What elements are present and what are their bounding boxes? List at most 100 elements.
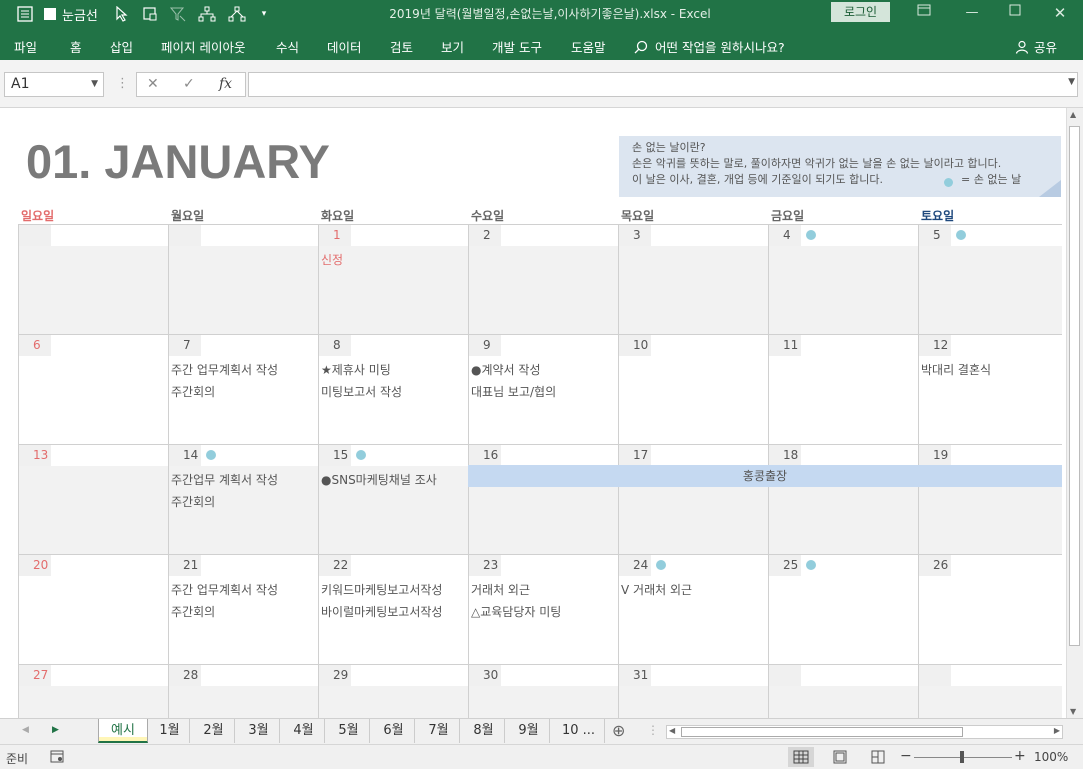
calendar-cell[interactable]: 20: [18, 554, 168, 665]
sheet-tab[interactable]: 예시: [98, 719, 148, 743]
login-button[interactable]: 로그인: [831, 2, 890, 22]
hscroll-right-icon[interactable]: ▶: [1054, 726, 1060, 735]
calendar-cell[interactable]: 17: [618, 444, 768, 555]
more-options-icon[interactable]: ⋮: [116, 76, 129, 91]
tab-scroll-right-icon[interactable]: ▶: [52, 725, 59, 735]
scroll-up-icon[interactable]: ▲: [1070, 110, 1076, 119]
hscroll-left-icon[interactable]: ◀: [669, 726, 675, 735]
normal-view-icon[interactable]: [788, 747, 814, 767]
customize-qat-icon[interactable]: ▾: [256, 4, 272, 24]
sheet-tab[interactable]: 2월: [193, 719, 235, 743]
zoom-slider-thumb[interactable]: [960, 751, 964, 763]
menu-data[interactable]: 데이터: [327, 37, 362, 56]
name-box[interactable]: A1 ▼: [4, 72, 104, 97]
sheet-tab[interactable]: 9월: [508, 719, 550, 743]
menu-help[interactable]: 도움말: [571, 37, 606, 56]
expand-formula-icon[interactable]: ▼: [1068, 77, 1075, 87]
select-objects-icon[interactable]: [140, 4, 160, 24]
trace-precedents-icon[interactable]: [196, 4, 218, 24]
sheet-tab[interactable]: 4월: [283, 719, 325, 743]
ribbon-display-icon[interactable]: [914, 4, 934, 22]
menu-formulas[interactable]: 수식: [276, 37, 299, 56]
calendar-cell[interactable]: 19: [918, 444, 1062, 555]
sheet-tab[interactable]: 5월: [328, 719, 370, 743]
filter-clear-icon[interactable]: [168, 4, 188, 24]
gridlines-checkbox[interactable]: 눈금선: [44, 4, 106, 24]
calendar-cell[interactable]: 12 박대리 결혼식: [918, 334, 1062, 445]
menu-file[interactable]: 파일: [14, 37, 37, 56]
sheet-tab[interactable]: 7월: [418, 719, 460, 743]
scroll-thumb[interactable]: [1069, 126, 1080, 646]
pointer-icon[interactable]: [112, 4, 132, 24]
formula-input[interactable]: [248, 72, 1078, 97]
calendar-cell[interactable]: 7 주간 업무계획서 작성 주간회의: [168, 334, 318, 445]
close-icon[interactable]: ✕: [1050, 4, 1070, 22]
calendar-cell[interactable]: 13: [18, 444, 168, 555]
trace-dependents-icon[interactable]: [226, 4, 248, 24]
tell-me-search[interactable]: 어떤 작업을 원하시나요?: [634, 37, 785, 56]
menu-developer[interactable]: 개발 도구: [492, 37, 542, 56]
form-icon[interactable]: [14, 4, 36, 24]
sheet-tab[interactable]: 1월: [150, 719, 190, 743]
calendar-cell[interactable]: 27: [18, 664, 168, 718]
calendar-cell[interactable]: 15 ●SNS마케팅채널 조사: [318, 444, 468, 555]
vertical-scrollbar[interactable]: ▲ ▼: [1066, 108, 1083, 718]
zoom-out-icon[interactable]: −: [900, 748, 912, 764]
page-layout-view-icon[interactable]: [832, 749, 848, 768]
menu-review[interactable]: 검토: [390, 37, 413, 56]
scroll-down-icon[interactable]: ▼: [1070, 707, 1076, 716]
enter-icon[interactable]: ✓: [183, 76, 195, 92]
calendar-cell[interactable]: 16: [468, 444, 618, 555]
calendar-cell[interactable]: 28: [168, 664, 318, 718]
calendar-cell[interactable]: 11: [768, 334, 918, 445]
sheet-tab[interactable]: 6월: [373, 719, 415, 743]
maximize-icon[interactable]: [1005, 4, 1025, 22]
page-break-view-icon[interactable]: [870, 749, 886, 768]
calendar-cell[interactable]: [18, 224, 168, 335]
calendar-cell[interactable]: 6: [18, 334, 168, 445]
chevron-down-icon[interactable]: ▼: [91, 73, 98, 96]
calendar-cell[interactable]: 9 ●계약서 작성 대표님 보고/협의: [468, 334, 618, 445]
calendar-cell[interactable]: 31: [618, 664, 768, 718]
add-sheet-icon[interactable]: ⊕: [612, 721, 625, 740]
zoom-in-icon[interactable]: +: [1014, 748, 1026, 764]
calendar-cell[interactable]: [918, 664, 1062, 718]
menu-home[interactable]: 홈: [70, 37, 82, 56]
minimize-icon[interactable]: —: [962, 4, 982, 22]
calendar-cell[interactable]: 24 V 거래처 외근: [618, 554, 768, 665]
sheet-tab[interactable]: 3월: [238, 719, 280, 743]
calendar-cell[interactable]: 3: [618, 224, 768, 335]
menu-insert[interactable]: 삽입: [110, 37, 133, 56]
calendar-cell[interactable]: 5: [918, 224, 1062, 335]
calendar-cell[interactable]: 21 주간 업무계획서 작성 주간회의: [168, 554, 318, 665]
macro-record-icon[interactable]: [50, 750, 64, 766]
horizontal-scrollbar[interactable]: ◀ ▶: [666, 725, 1063, 739]
hscroll-thumb[interactable]: [681, 727, 963, 737]
worksheet[interactable]: 01. JANUARY 손 없는 날이란? 손은 악귀를 뜻하는 말로, 풀이하…: [0, 108, 1066, 718]
calendar-cell[interactable]: 18: [768, 444, 918, 555]
calendar-cell[interactable]: 30: [468, 664, 618, 718]
calendar-cell[interactable]: [168, 224, 318, 335]
calendar-cell[interactable]: [768, 664, 918, 718]
calendar-cell[interactable]: 4: [768, 224, 918, 335]
calendar-cell[interactable]: 25: [768, 554, 918, 665]
calendar-cell[interactable]: 10: [618, 334, 768, 445]
tab-scroll-left-icon[interactable]: ◀: [22, 725, 29, 735]
menu-page-layout[interactable]: 페이지 레이아웃: [161, 37, 245, 56]
insert-function-icon[interactable]: fx: [219, 76, 232, 92]
split-handle-icon[interactable]: ⋮: [647, 723, 659, 737]
calendar-cell[interactable]: 22 키워드마케팅보고서작성 바이럴마케팅보고서작성: [318, 554, 468, 665]
calendar-cell[interactable]: 1 신정: [318, 224, 468, 335]
zoom-level[interactable]: 100%: [1034, 750, 1068, 764]
calendar-cell[interactable]: 26: [918, 554, 1062, 665]
calendar-cell[interactable]: 23 거래처 외근 △교육담당자 미팅: [468, 554, 618, 665]
calendar-cell[interactable]: 14 주간업무 계획서 작성 주간회의: [168, 444, 318, 555]
calendar-cell[interactable]: 29: [318, 664, 468, 718]
calendar-cell[interactable]: 8 ★제휴사 미팅 미팅보고서 작성: [318, 334, 468, 445]
share-button[interactable]: 공유: [1015, 37, 1057, 56]
sheet-tab[interactable]: 10 ...: [553, 719, 605, 743]
menu-view[interactable]: 보기: [441, 37, 464, 56]
calendar-cell[interactable]: 2: [468, 224, 618, 335]
cancel-icon[interactable]: ✕: [147, 76, 159, 92]
sheet-tab[interactable]: 8월: [463, 719, 505, 743]
